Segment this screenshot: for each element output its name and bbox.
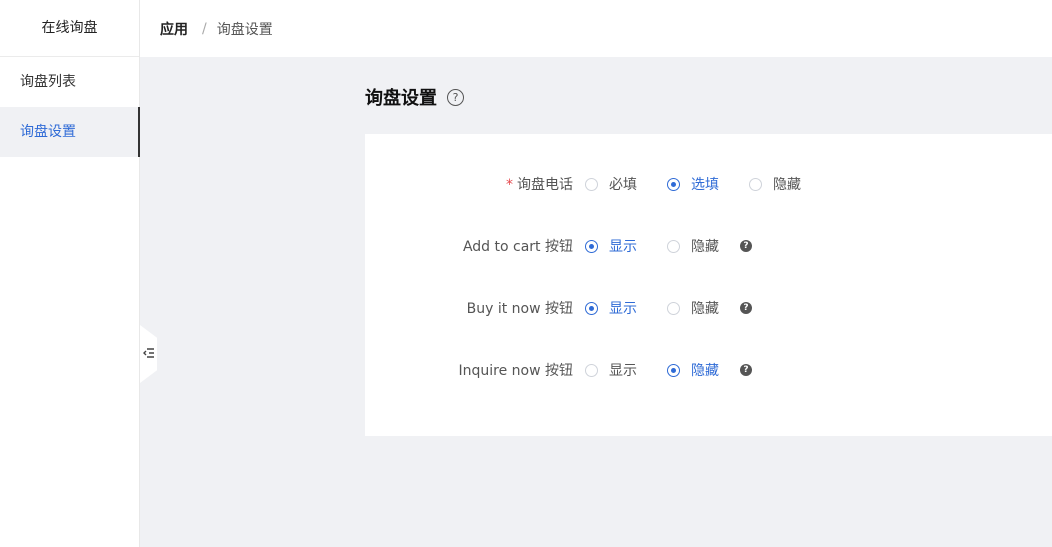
radio-circle xyxy=(667,239,680,253)
setting-row-inquiry-phone: * 询盘电话 必填 选填 隐藏 xyxy=(365,174,1052,194)
radio-circle xyxy=(749,177,762,191)
radio-label: 隐藏 xyxy=(691,239,719,255)
radio-optional[interactable]: 选填 xyxy=(667,174,719,194)
breadcrumb-root[interactable]: 应用 xyxy=(160,19,188,39)
radio-hide[interactable]: 隐藏 xyxy=(667,360,719,380)
breadcrumb: 应用 / 询盘设置 xyxy=(140,0,1052,57)
radio-label: 隐藏 xyxy=(773,177,801,193)
radio-label: 显示 xyxy=(609,363,637,379)
radio-required[interactable]: 必填 xyxy=(585,174,637,194)
radio-circle xyxy=(585,301,598,315)
collapse-sidebar-icon xyxy=(142,346,155,362)
radio-label: 隐藏 xyxy=(691,363,719,379)
radio-hide[interactable]: 隐藏 xyxy=(667,236,719,256)
radio-circle xyxy=(667,177,680,191)
setting-row-add-to-cart: Add to cart 按钮 显示 隐藏 ? xyxy=(365,236,1052,256)
sidebar: 在线询盘 询盘列表 询盘设置 xyxy=(0,0,140,547)
help-icon[interactable]: ? xyxy=(740,364,752,376)
help-icon[interactable]: ? xyxy=(740,302,752,314)
radio-hidden[interactable]: 隐藏 xyxy=(749,174,801,194)
settings-card: * 询盘电话 必填 选填 隐藏 Add to cart 按钮 显示 隐藏 ? Bu… xyxy=(365,134,1052,436)
sidebar-item-inquiry-list[interactable]: 询盘列表 xyxy=(0,57,139,107)
setting-label: Add to cart 按钮 xyxy=(462,239,573,255)
help-icon[interactable]: ? xyxy=(740,240,752,252)
app-title: 在线询盘 xyxy=(0,0,139,57)
breadcrumb-current: 询盘设置 xyxy=(216,21,273,38)
sidebar-item-inquiry-settings[interactable]: 询盘设置 xyxy=(0,107,140,157)
radio-circle xyxy=(585,239,598,253)
radio-circle xyxy=(585,177,598,191)
required-mark: * xyxy=(506,177,513,193)
setting-row-inquire-now: Inquire now 按钮 显示 隐藏 ? xyxy=(365,360,1052,380)
radio-label: 隐藏 xyxy=(691,301,719,317)
radio-circle xyxy=(667,301,680,315)
radio-circle xyxy=(667,363,680,377)
help-circle-icon[interactable]: ? xyxy=(447,88,464,106)
radio-label: 选填 xyxy=(691,177,719,193)
radio-label: 必填 xyxy=(609,177,637,193)
setting-label: * 询盘电话 xyxy=(506,177,573,193)
radio-circle xyxy=(585,363,598,377)
radio-label: 显示 xyxy=(609,239,637,255)
setting-label: Buy it now 按钮 xyxy=(466,301,573,317)
radio-label: 显示 xyxy=(609,301,637,317)
radio-show[interactable]: 显示 xyxy=(585,360,637,380)
radio-show[interactable]: 显示 xyxy=(585,236,637,256)
radio-hide[interactable]: 隐藏 xyxy=(667,298,719,318)
page-title-text: 询盘设置 xyxy=(365,88,437,109)
breadcrumb-separator: / xyxy=(202,20,207,37)
radio-show[interactable]: 显示 xyxy=(585,298,637,318)
setting-row-buy-it-now: Buy it now 按钮 显示 隐藏 ? xyxy=(365,298,1052,318)
setting-label: Inquire now 按钮 xyxy=(458,363,573,379)
page-title: 询盘设置 ? xyxy=(365,84,464,110)
